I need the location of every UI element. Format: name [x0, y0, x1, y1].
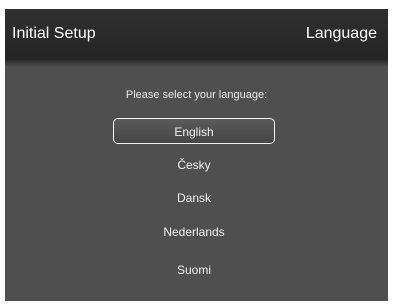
language-option-suomi[interactable]: Suomi [113, 256, 275, 282]
setup-screen: Initial Setup Language Please select you… [5, 9, 388, 301]
language-option-dansk[interactable]: Dansk [113, 184, 275, 210]
header-bar: Initial Setup Language [5, 9, 388, 60]
header-title: Initial Setup [12, 25, 96, 42]
language-prompt: Please select your language: [125, 89, 268, 101]
header-section-label: Language [305, 25, 377, 42]
language-option-english[interactable]: English [113, 118, 275, 144]
language-panel: Please select your language: English Čes… [5, 67, 388, 301]
header-shadow [5, 60, 388, 67]
language-option-nederlands[interactable]: Nederlands [113, 218, 275, 244]
language-option-cesky[interactable]: Česky [113, 151, 275, 177]
